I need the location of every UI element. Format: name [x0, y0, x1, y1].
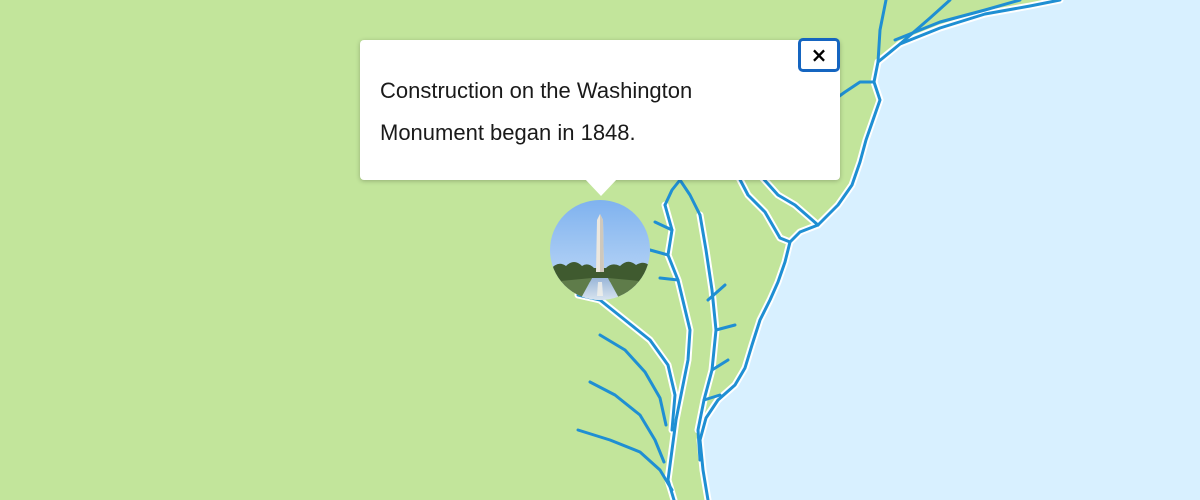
close-button[interactable]: ×	[798, 38, 840, 72]
popup-text: Construction on the Washington Monument …	[380, 78, 693, 145]
washington-monument-marker[interactable]	[550, 200, 650, 300]
popup-pointer	[584, 178, 618, 196]
washington-monument-photo	[550, 200, 650, 300]
info-popup: Construction on the Washington Monument …	[360, 38, 840, 196]
